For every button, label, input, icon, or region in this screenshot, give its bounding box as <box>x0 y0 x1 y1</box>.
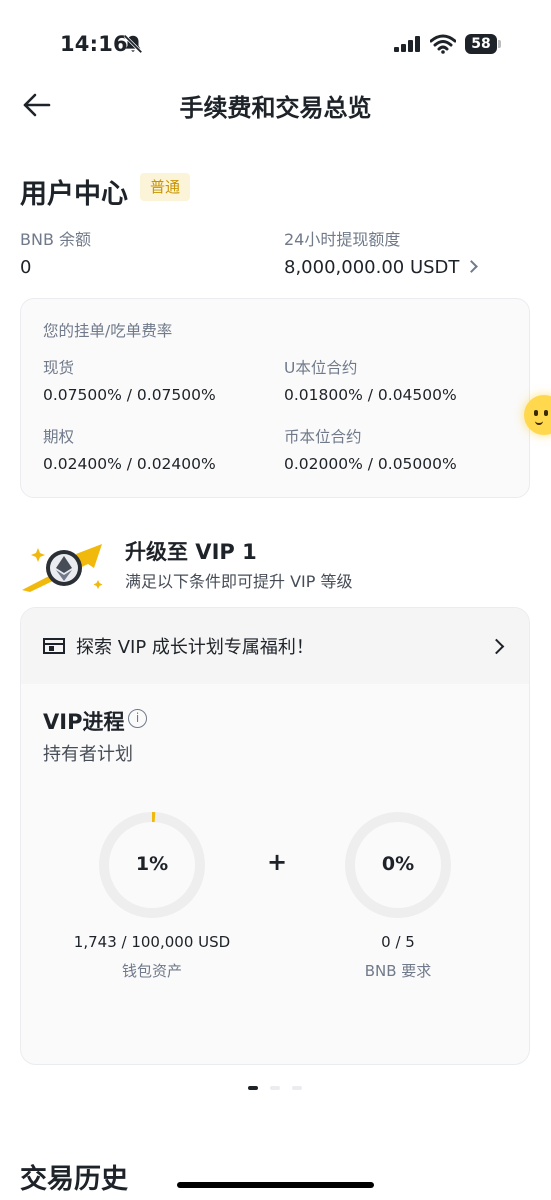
wallet-assets-label: 钱包资产 <box>121 962 182 980</box>
home-indicator[interactable] <box>177 1182 374 1188</box>
bnb-requirement-label: BNB 要求 <box>364 962 432 980</box>
pagination-dot[interactable] <box>270 1086 280 1090</box>
plus-sign: + <box>267 848 288 876</box>
holder-plan-subtitle: 持有者计划 <box>43 744 133 765</box>
upgrade-title: 升级至 VIP 1 <box>125 540 257 564</box>
level-badge: 普通 <box>140 173 191 201</box>
wallet-assets-value: 1,743 / 100,000 USD <box>73 933 231 951</box>
withdraw-limit-label: 24小时提现额度 <box>284 230 401 249</box>
explore-vip-text: 探索 VIP 成长计划专属福利！ <box>76 637 314 658</box>
fee-options-value: 0.02400% / 0.02400% <box>43 455 216 473</box>
chevron-right-icon <box>488 638 505 655</box>
status-time: 14:16 <box>60 32 128 56</box>
withdraw-limit-value: 8,000,000.00 USDT <box>284 257 460 278</box>
upgrade-coin-icon <box>22 544 103 592</box>
chevron-right-icon <box>465 260 479 273</box>
fee-coinm-label: 币本位合约 <box>284 428 362 446</box>
bnb-requirement-percent: 0% <box>381 853 415 875</box>
wifi-icon <box>430 34 456 54</box>
bnb-balance-value: 0 <box>20 257 32 278</box>
upgrade-subtitle: 满足以下条件即可提升 VIP 等级 <box>125 572 353 591</box>
info-icon[interactable]: i <box>128 709 147 728</box>
withdraw-limit-link[interactable]: 8,000,000.00 USDT <box>284 257 479 278</box>
battery-icon: 58 <box>465 34 501 54</box>
fee-usdm-value: 0.01800% / 0.04500% <box>284 386 457 404</box>
page-title: 手续费和交易总览 <box>179 94 372 122</box>
fee-spot-value: 0.07500% / 0.07500% <box>43 386 216 404</box>
user-center-title: 用户中心 <box>20 179 128 210</box>
fee-options-label: 期权 <box>43 428 75 446</box>
signal-icon <box>394 36 420 52</box>
fee-rate-card: 您的挂单/吃单费率 现货 0.07500% / 0.07500% U本位合约 0… <box>20 298 530 498</box>
bnb-requirement-value: 0 / 5 <box>381 933 415 951</box>
wallet-assets-percent: 1% <box>135 853 169 875</box>
bell-slash-icon <box>123 34 143 54</box>
gift-card-icon <box>43 638 65 654</box>
fee-coinm-value: 0.02000% / 0.05000% <box>284 455 457 473</box>
vip-card: 探索 VIP 成长计划专属福利！ VIP进程 i 持有者计划 1% 1,743 … <box>20 607 530 1065</box>
arrow-left-icon[interactable] <box>22 90 52 120</box>
battery-level: 58 <box>471 36 491 52</box>
explore-vip-benefits-link[interactable]: 探索 VIP 成长计划专属福利！ <box>21 608 529 684</box>
fee-usdm-label: U本位合约 <box>284 359 358 377</box>
trade-history-title: 交易历史 <box>20 1164 128 1195</box>
pagination-dot[interactable] <box>248 1086 258 1090</box>
bnb-balance-label: BNB 余额 <box>20 230 92 249</box>
vip-progress-title: VIP进程 <box>43 710 125 734</box>
fee-card-title: 您的挂单/吃单费率 <box>43 322 173 340</box>
pagination-dot[interactable] <box>292 1086 302 1090</box>
fee-spot-label: 现货 <box>43 359 75 377</box>
